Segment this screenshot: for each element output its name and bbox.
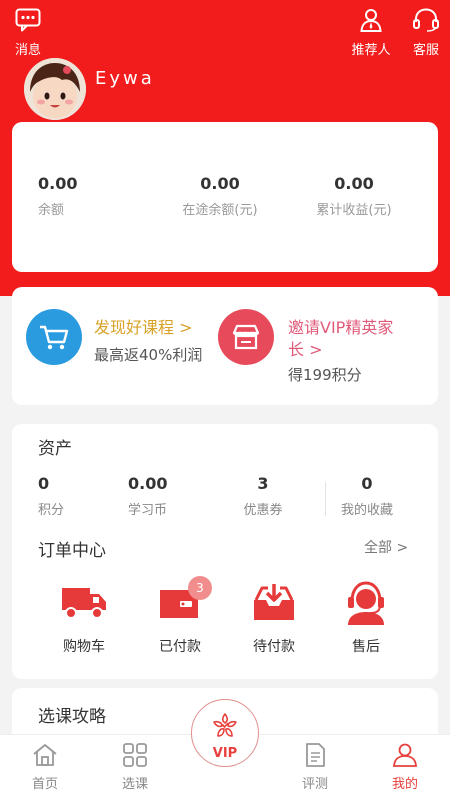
messages-label: 消息	[14, 43, 41, 58]
truck-icon	[62, 588, 106, 619]
view-all-orders-link[interactable]: 全部 >	[364, 537, 408, 557]
nav-home[interactable]: 首页	[15, 743, 75, 792]
find-courses-button[interactable]	[26, 309, 82, 365]
study-coins-label: 学习币	[128, 503, 168, 518]
nav-assessment[interactable]: 评测	[285, 743, 345, 792]
message-icon	[15, 8, 41, 32]
study-coins-value: 0.00	[128, 474, 168, 493]
customer-service-button[interactable]: 客服	[408, 8, 444, 58]
find-courses-link[interactable]: 发现好课程 >	[94, 317, 193, 339]
pending-payment-button[interactable]: 待付款	[244, 576, 304, 656]
person-icon	[393, 743, 417, 767]
pending-balance-item[interactable]: 0.00 在途余额(元)	[172, 174, 268, 218]
find-courses-subtitle: 最高返40%利润	[94, 346, 203, 364]
referrer-button[interactable]: 推荐人	[344, 8, 398, 58]
avatar[interactable]	[24, 58, 86, 120]
shopping-cart-order-button[interactable]: 购物车	[54, 576, 114, 656]
points-value: 0	[38, 474, 50, 493]
person-icon	[360, 9, 382, 32]
referrer-label: 推荐人	[351, 43, 391, 58]
assets-orders-card: 资产 0 积分 0.00 学习币 3 优惠券 0 我的收藏 订单中心 全部 > …	[12, 424, 438, 679]
avatar-face-icon	[24, 58, 86, 120]
coupons-value: 3	[257, 474, 269, 493]
pending-payment-label: 待付款	[253, 639, 295, 655]
customer-service-label: 客服	[412, 43, 439, 58]
nav-assessment-label: 评测	[301, 777, 328, 792]
total-earnings-label: 累计收益(元)	[316, 203, 392, 218]
store-icon	[232, 324, 260, 350]
invite-vip-button[interactable]	[218, 309, 274, 365]
invite-vip-link[interactable]: 邀请VIP精英家 长 >	[288, 317, 393, 361]
order-center-title: 订单中心	[38, 541, 106, 561]
after-sales-label: 售后	[352, 639, 380, 655]
document-icon	[306, 743, 325, 767]
headset-icon	[413, 8, 439, 32]
coupons-item[interactable]: 3 优惠券	[240, 474, 286, 518]
promo-card: 发现好课程 > 最高返40%利润 邀请VIP精英家 长 > 得199积分	[12, 287, 438, 405]
vip-flower-icon	[213, 713, 237, 737]
pending-balance-value: 0.00	[200, 174, 240, 193]
coupons-label: 优惠券	[243, 503, 283, 518]
total-earnings-value: 0.00	[334, 174, 374, 193]
paid-orders-badge: 3	[188, 576, 212, 600]
course-guide-title: 选课攻略	[38, 707, 106, 727]
paid-orders-label: 已付款	[159, 639, 201, 655]
favorites-label: 我的收藏	[340, 503, 393, 518]
favorites-item[interactable]: 0 我的收藏	[336, 474, 398, 518]
headset-agent-icon	[348, 581, 384, 625]
after-sales-button[interactable]: 售后	[336, 576, 396, 656]
invite-vip-title-line2: 长 >	[288, 340, 323, 359]
username: Eywa	[95, 68, 155, 89]
balance-item[interactable]: 0.00 余额	[38, 174, 77, 218]
home-icon	[33, 744, 57, 766]
nav-mine-label: 我的	[391, 777, 418, 792]
grid-icon	[123, 743, 147, 767]
paid-orders-button[interactable]: 3 已付款	[150, 576, 212, 656]
balance-card: 0.00 余额 0.00 在途余额(元) 0.00 累计收益(元)	[12, 122, 438, 272]
total-earnings-item[interactable]: 0.00 累计收益(元)	[306, 174, 402, 218]
bottom-navigation: 首页 选课 VIP 评测 我的	[0, 699, 450, 800]
nav-courses[interactable]: 选课	[105, 743, 165, 792]
shopping-cart-label: 购物车	[63, 639, 105, 655]
favorites-value: 0	[361, 474, 373, 493]
pending-balance-label: 在途余额(元)	[182, 203, 258, 218]
cart-icon	[40, 325, 69, 350]
study-coins-item[interactable]: 0.00 学习币	[128, 474, 167, 518]
nav-home-label: 首页	[31, 777, 58, 792]
divider	[325, 482, 326, 516]
nav-vip[interactable]: VIP	[191, 699, 259, 767]
inbox-download-icon	[254, 584, 294, 620]
invite-vip-subtitle: 得199积分	[288, 366, 362, 384]
balance-value: 0.00	[38, 174, 78, 193]
balance-label: 余额	[38, 203, 65, 218]
invite-vip-title-line1: 邀请VIP精英家	[288, 318, 394, 337]
points-item[interactable]: 0 积分	[38, 474, 64, 518]
nav-vip-label: VIP	[212, 746, 238, 761]
assets-title: 资产	[38, 439, 72, 459]
nav-courses-label: 选课	[121, 777, 148, 792]
points-label: 积分	[38, 503, 65, 518]
messages-button[interactable]: 消息	[10, 8, 46, 58]
nav-mine[interactable]: 我的	[375, 743, 435, 792]
